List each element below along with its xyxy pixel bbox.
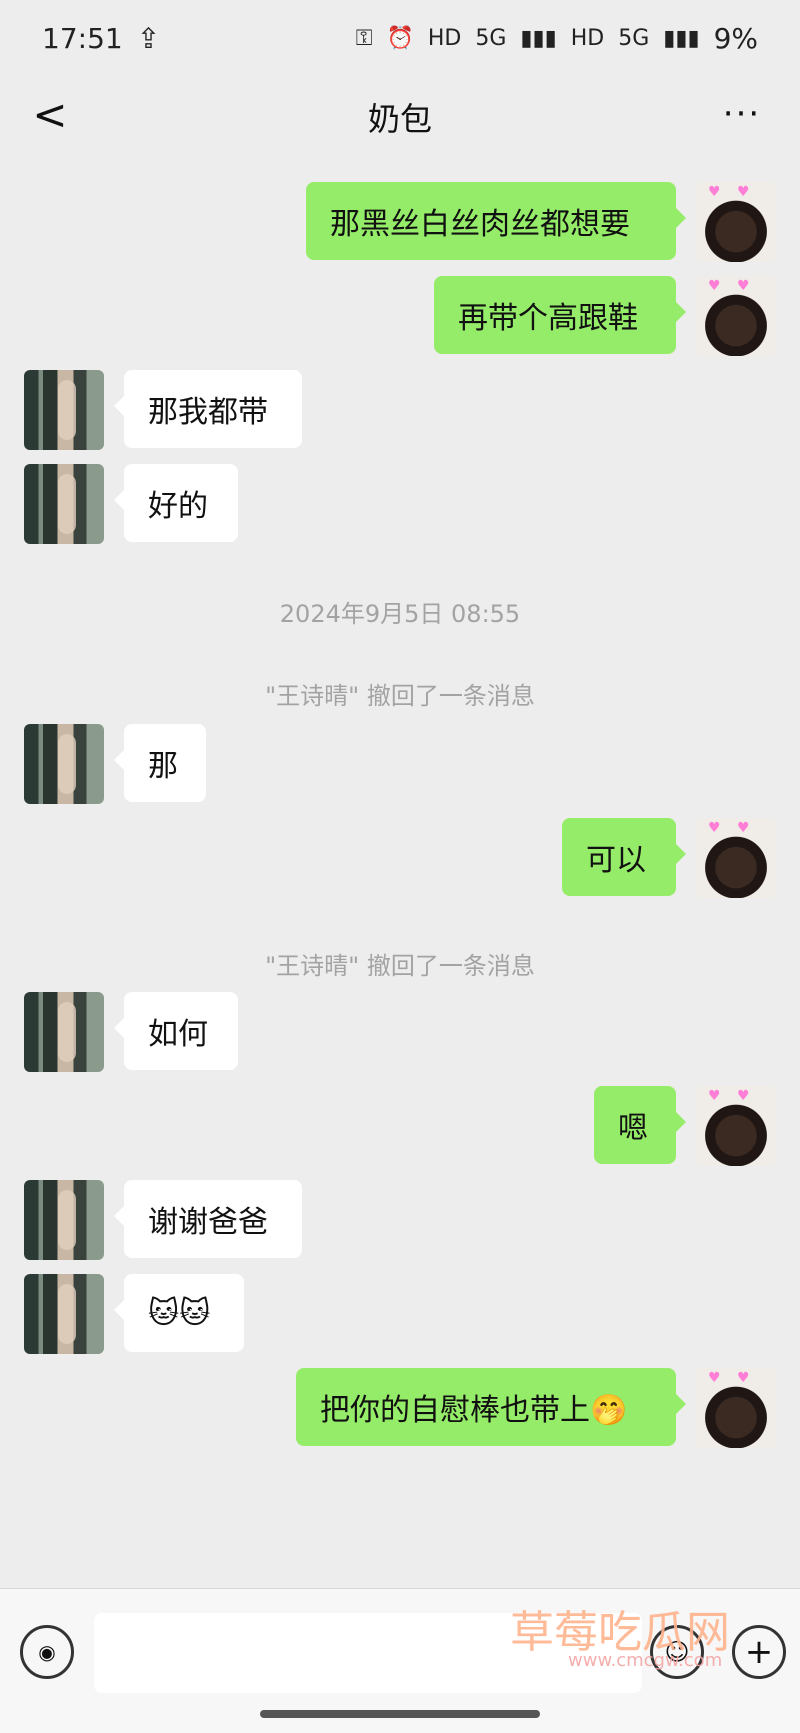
chat-title: 奶包 — [367, 100, 432, 138]
message-bubble[interactable]: 那 — [114, 724, 206, 802]
message-row: 那我都带 — [0, 370, 800, 454]
message-bubble[interactable]: 如何 — [114, 992, 238, 1070]
message-bubble[interactable]: 再带个高跟鞋 — [434, 276, 686, 354]
message-row: 把你的自慰棒也带上🤭 — [0, 1368, 800, 1452]
message-bubble[interactable]: 把你的自慰棒也带上🤭 — [296, 1368, 686, 1446]
message-row: 那黑丝白丝肉丝都想要 — [0, 182, 800, 266]
key-icon: ⚿ — [355, 25, 373, 51]
recall-notice: "王诗晴" 撤回了一条消息 — [265, 682, 535, 710]
time-text: 17:51 — [42, 21, 123, 55]
avatar-contact[interactable] — [24, 1274, 104, 1354]
avatar-self[interactable] — [696, 276, 776, 356]
message-row: 嗯 — [0, 1086, 800, 1170]
battery-text: 9% — [713, 21, 758, 55]
message-bubble[interactable]: 那黑丝白丝肉丝都想要 — [306, 182, 686, 260]
message-bubble[interactable]: 好的 — [114, 464, 238, 542]
plus-icon: + — [744, 1632, 774, 1672]
plus-button[interactable]: + — [732, 1625, 786, 1679]
chat-list: 那黑丝白丝肉丝都想要 再带个高跟鞋 那我都带 好的 2024年9月5日 08:5… — [0, 158, 800, 1588]
hd-text-1: HD — [427, 25, 462, 51]
avatar-contact[interactable] — [24, 464, 104, 544]
recall-notice: "王诗晴" 撤回了一条消息 — [265, 952, 535, 980]
message-row: 可以 — [0, 818, 800, 902]
voice-icon: ◉ — [38, 1640, 56, 1664]
signal-icon-2: ▮▮▮ — [663, 25, 700, 51]
avatar-self[interactable] — [696, 182, 776, 262]
back-icon: < — [32, 89, 68, 139]
signal-icon: ▮▮▮ — [520, 25, 557, 51]
avatar-contact[interactable] — [24, 370, 104, 450]
alarm-icon: ⏰ — [386, 25, 414, 51]
home-indicator — [260, 1710, 540, 1718]
message-row: 那 — [0, 724, 800, 808]
status-bar: 17:51 ⇪ ⚿ ⏰ HD 5G ▮▮▮ HD 5G ▮▮▮ 9% — [0, 0, 800, 76]
message-bubble[interactable]: 谢谢爸爸 — [114, 1180, 302, 1258]
network-text-1: 5G — [475, 25, 507, 51]
hd-text-2: HD — [570, 25, 605, 51]
message-bubble[interactable]: 🐱🐱 — [114, 1274, 244, 1352]
message-row: 好的 — [0, 464, 800, 548]
network-text-2: 5G — [618, 25, 650, 51]
message-bubble[interactable]: 嗯 — [594, 1086, 686, 1164]
message-bubble[interactable]: 可以 — [562, 818, 686, 896]
avatar-self[interactable] — [696, 818, 776, 898]
chat-header: < 奶包 ··· — [0, 76, 800, 158]
message-row: 谢谢爸爸 — [0, 1180, 800, 1264]
message-bubble[interactable]: 那我都带 — [114, 370, 302, 448]
status-right: ⚿ ⏰ HD 5G ▮▮▮ HD 5G ▮▮▮ 9% — [356, 22, 758, 55]
message-row: 🐱🐱 — [0, 1274, 800, 1358]
message-row: 如何 — [0, 992, 800, 1076]
avatar-contact[interactable] — [24, 724, 104, 804]
avatar-self[interactable] — [696, 1086, 776, 1166]
message-row: 再带个高跟鞋 — [0, 276, 800, 360]
avatar-contact[interactable] — [24, 992, 104, 1072]
watermark-sub: www.cmcgw.com — [568, 1650, 723, 1671]
status-left: 17:51 ⇪ — [42, 22, 160, 55]
more-button[interactable]: ··· — [716, 92, 768, 136]
more-icon: ··· — [722, 94, 762, 134]
back-button[interactable]: < — [28, 89, 72, 139]
voice-button[interactable]: ◉ — [20, 1625, 74, 1679]
avatar-self[interactable] — [696, 1368, 776, 1448]
timestamp: 2024年9月5日 08:55 — [279, 600, 521, 628]
upload-icon: ⇪ — [136, 21, 161, 55]
avatar-contact[interactable] — [24, 1180, 104, 1260]
